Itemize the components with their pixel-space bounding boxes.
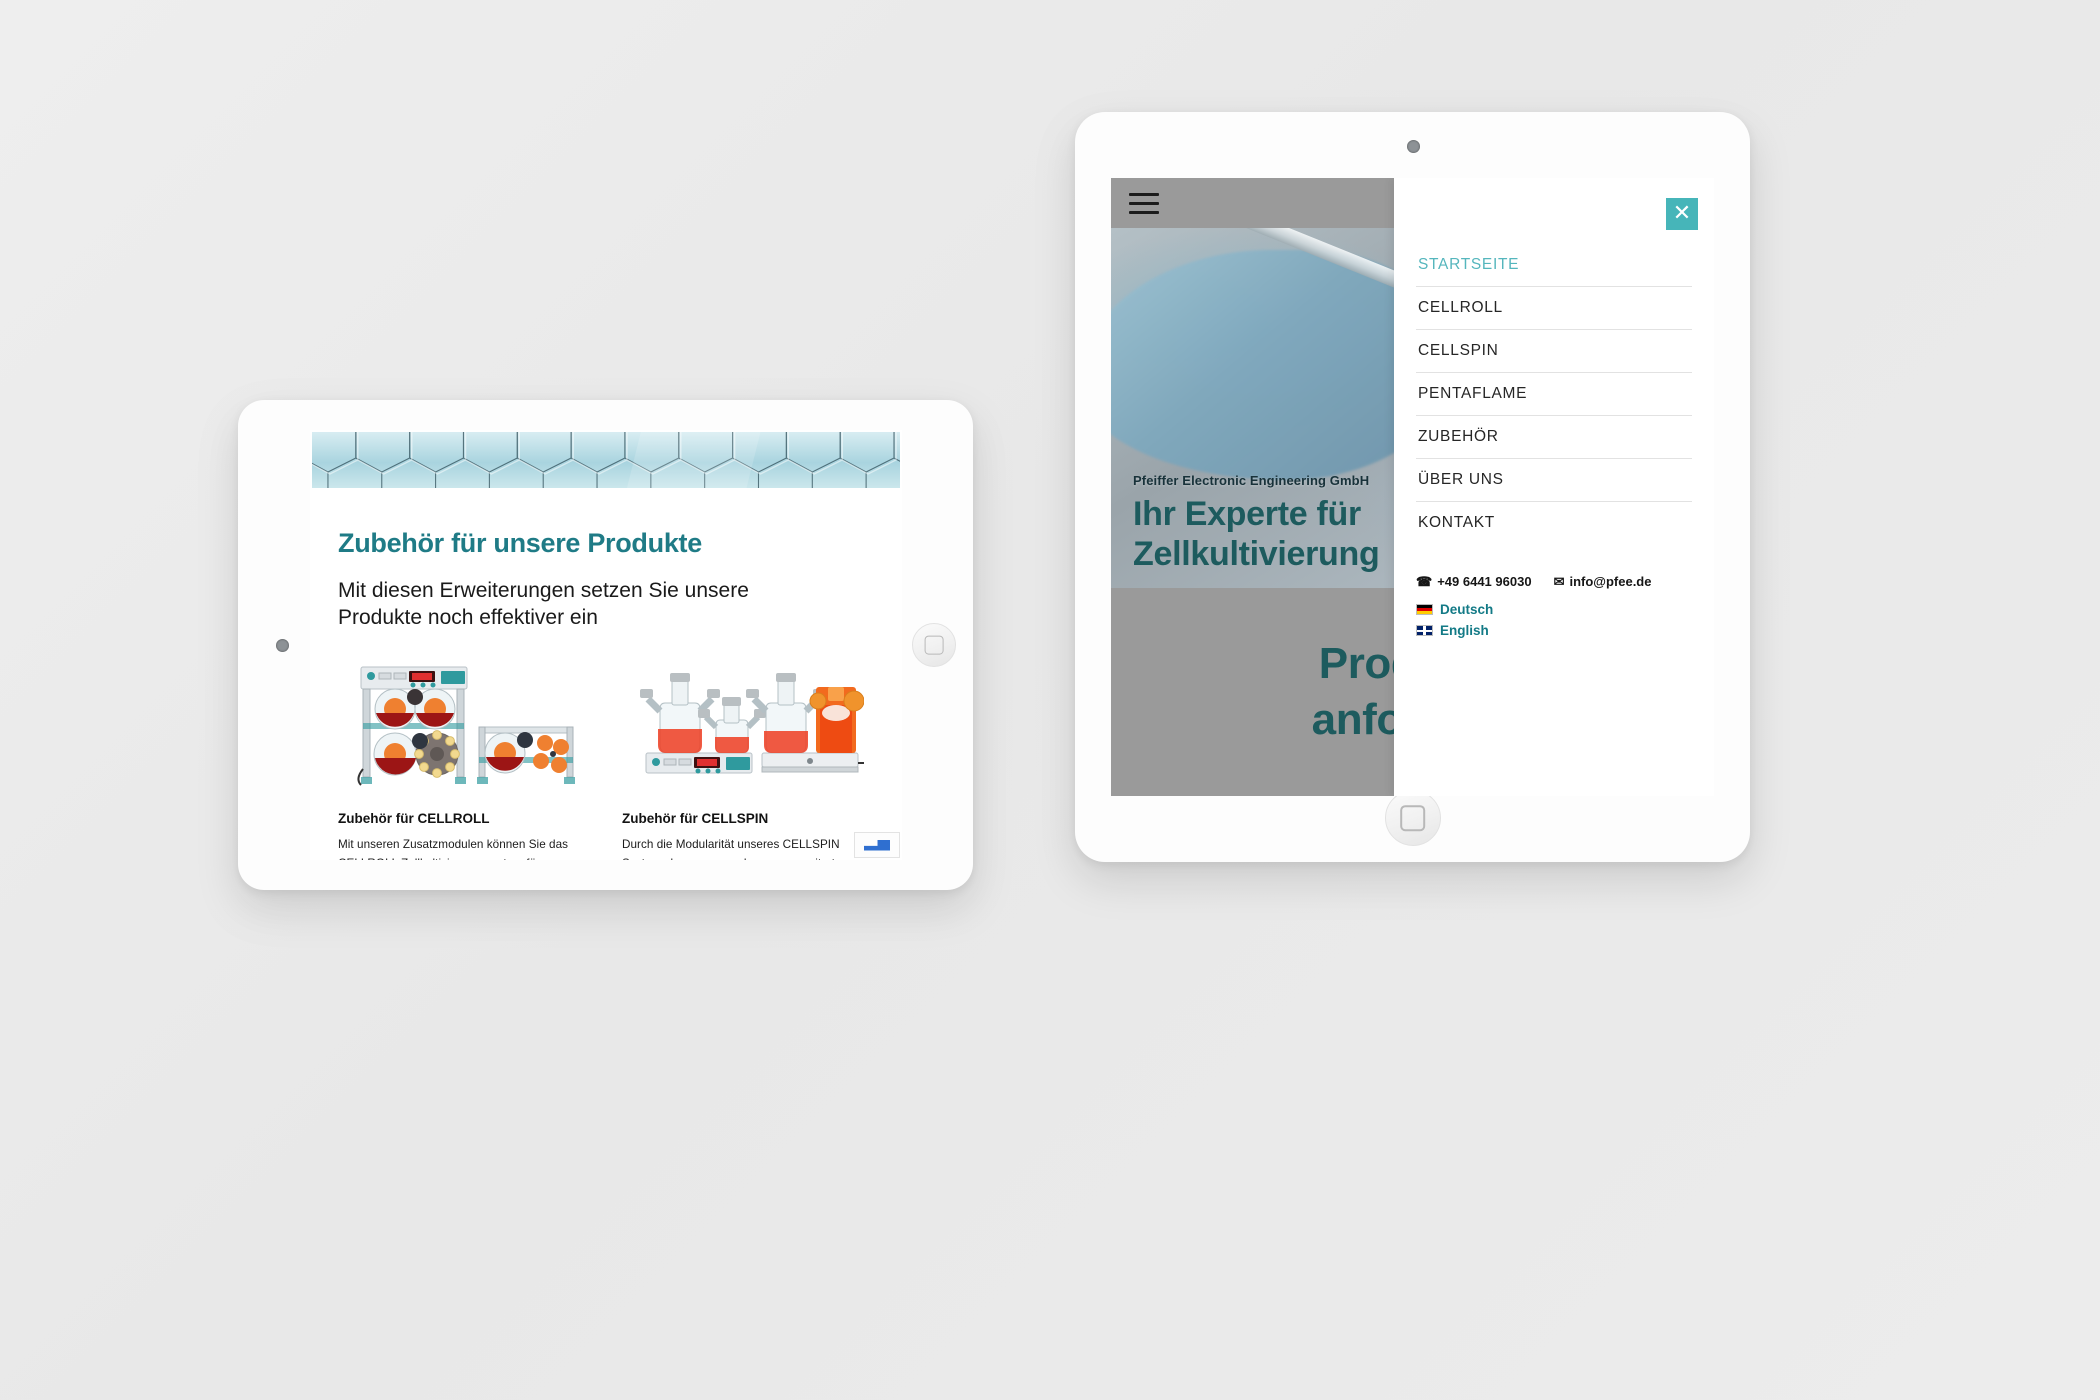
menu-item-startseite[interactable]: STARTSEITE xyxy=(1416,244,1692,287)
flag-germany-icon xyxy=(1416,604,1433,615)
email-link[interactable]: ✉ info@pfee.de xyxy=(1554,574,1652,590)
hero-title-line2: Zellkultivierung xyxy=(1133,534,1380,573)
email-address: info@pfee.de xyxy=(1569,574,1652,589)
phone-number: +49 6441 96030 xyxy=(1437,574,1532,589)
product-text-cellroll: Mit unseren Zusatzmodulen können Sie das… xyxy=(338,837,569,860)
phone-icon: ☎ xyxy=(1416,574,1433,589)
menu-item-cellspin[interactable]: CELLSPIN xyxy=(1416,330,1692,373)
page-subtitle: Mit diesen Erweiterungen setzen Sie unse… xyxy=(338,579,749,629)
website-mobile-view: PFE Pfeiffer Electronic Engineering GmbH… xyxy=(1111,178,1714,796)
product-column-cellroll: Zubehör für CELLROLL Mit unseren Zusatzm… xyxy=(338,658,590,860)
phone-link[interactable]: ☎ +49 6441 96030 xyxy=(1416,574,1532,590)
cookie-consent-badge[interactable] xyxy=(854,832,900,858)
menu-contact-row: ☎ +49 6441 96030 ✉ info@pfee.de xyxy=(1416,574,1692,590)
portrait-screen: PFE Pfeiffer Electronic Engineering GmbH… xyxy=(1111,178,1714,796)
home-button[interactable] xyxy=(1384,790,1441,846)
website-tablet-view: Zubehör für unsere Produkte Mit diesen E… xyxy=(310,430,902,860)
front-camera-icon xyxy=(1406,140,1420,153)
page-content: Zubehör für unsere Produkte Mit diesen E… xyxy=(310,490,902,860)
product-column-cellspin: Zubehör für CELLSPIN Durch die Modularit… xyxy=(622,658,874,860)
menu-item-cellroll[interactable]: CELLROLL xyxy=(1416,287,1692,330)
language-label-deutsch: Deutsch xyxy=(1440,602,1494,617)
cellroll-product-image xyxy=(338,658,590,793)
flag-united-kingdom-icon xyxy=(1416,625,1433,636)
hamburger-icon[interactable] xyxy=(1129,192,1159,214)
menu-item-pentaflame[interactable]: PENTAFLAME xyxy=(1416,373,1692,416)
product-title-cellspin: Zubehör für CELLSPIN xyxy=(622,810,769,826)
tablet-portrait-device: PFE Pfeiffer Electronic Engineering GmbH… xyxy=(1075,112,1750,862)
close-icon[interactable]: ✕ xyxy=(1666,198,1698,230)
menu-list: STARTSEITE CELLROLL CELLSPIN PENTAFLAME … xyxy=(1416,244,1692,544)
cellspin-product-image xyxy=(622,658,874,793)
product-text-cellspin: Durch die Modularität unseres CELLSPIN S… xyxy=(622,837,840,860)
slideout-menu-panel: ✕ STARTSEITE CELLROLL CELLSPIN PENTAFLAM… xyxy=(1394,178,1714,796)
product-title-cellroll: Zubehör für CELLROLL xyxy=(338,810,490,826)
language-option-deutsch[interactable]: Deutsch xyxy=(1416,602,1692,617)
home-button[interactable] xyxy=(912,623,956,667)
envelope-icon: ✉ xyxy=(1553,574,1565,589)
hexagon-cell-banner xyxy=(312,432,900,488)
product-columns: Zubehör für CELLROLL Mit unseren Zusatzm… xyxy=(338,658,874,860)
landscape-screen: Zubehör für unsere Produkte Mit diesen E… xyxy=(310,430,902,860)
menu-item-zubehoer[interactable]: ZUBEHÖR xyxy=(1416,416,1692,459)
front-camera-icon xyxy=(276,639,289,652)
language-label-english: English xyxy=(1440,623,1489,638)
language-option-english[interactable]: English xyxy=(1416,623,1692,638)
menu-item-ueber-uns[interactable]: ÜBER UNS xyxy=(1416,459,1692,502)
hero-title-line1: Ihr Experte für xyxy=(1133,494,1361,533)
page-title: Zubehör für unsere Produkte xyxy=(338,528,702,558)
tablet-landscape-device: Zubehör für unsere Produkte Mit diesen E… xyxy=(238,400,973,890)
cookie-badge-icon xyxy=(864,839,890,851)
menu-item-kontakt[interactable]: KONTAKT xyxy=(1416,502,1692,544)
